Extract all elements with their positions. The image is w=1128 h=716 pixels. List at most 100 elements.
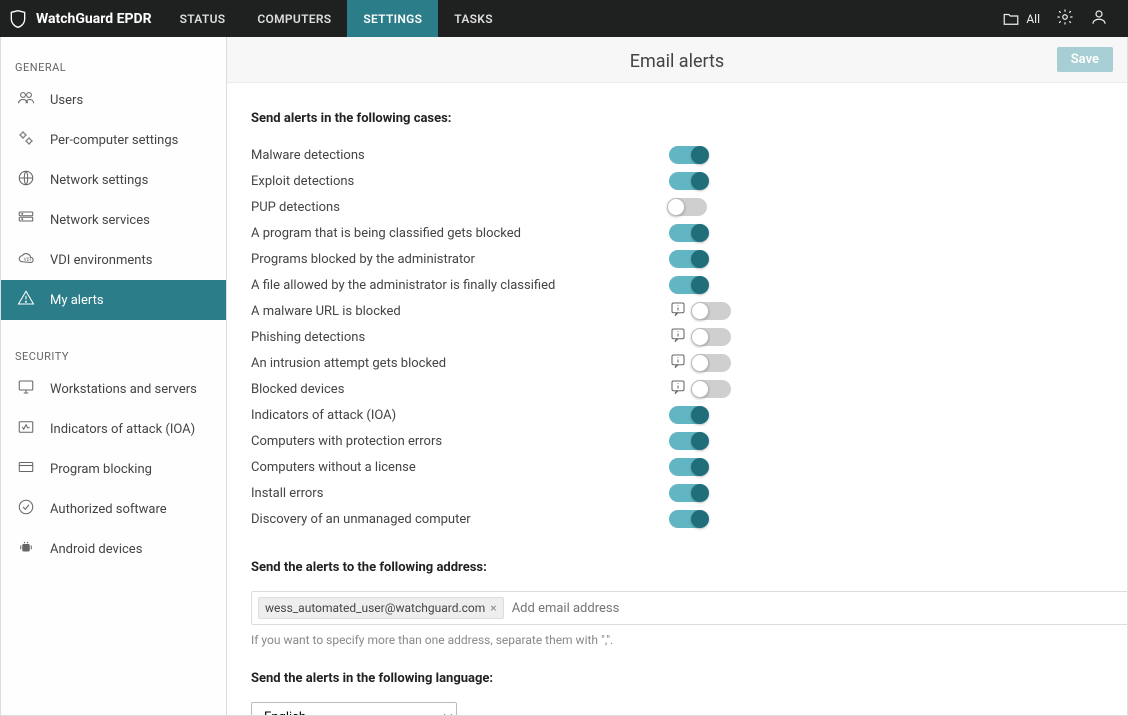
alert-toggle[interactable]: [669, 510, 707, 528]
users-icon: [15, 89, 37, 111]
alert-row: Phishing detections: [251, 324, 1103, 350]
alert-toggle[interactable]: [669, 406, 707, 424]
alert-label: Indicators of attack (IOA): [251, 408, 669, 423]
check-icon: [15, 498, 37, 520]
sidebar-item-my-alerts[interactable]: My alerts: [1, 280, 226, 320]
sidebar-item-authorized-software[interactable]: Authorized software: [1, 489, 226, 529]
settings-gear-icon[interactable]: [1056, 8, 1074, 30]
sidebar-item-network-services[interactable]: Network services: [1, 200, 226, 240]
language-select[interactable]: English: [251, 702, 457, 715]
sidebar-item-label: Per-computer settings: [50, 133, 178, 148]
android-icon: [15, 538, 37, 560]
alert-toggle[interactable]: [669, 484, 707, 502]
alert-row: Install errors: [251, 480, 1103, 506]
sidebar-item-users[interactable]: Users: [1, 80, 226, 120]
alert-label: Computers without a license: [251, 460, 669, 475]
alert-row: An intrusion attempt gets blocked: [251, 350, 1103, 376]
alert-row: PUP detections: [251, 194, 1103, 220]
sidebar: GENERAL Users Per-computer settings Networ…: [1, 37, 227, 715]
sidebar-item-label: Program blocking: [50, 462, 152, 477]
sidebar-item-android-devices[interactable]: Android devices: [1, 529, 226, 569]
alert-label: Discovery of an unmanaged computer: [251, 512, 669, 527]
alert-row: Malware detections: [251, 142, 1103, 168]
alert-label: Programs blocked by the administrator: [251, 252, 669, 267]
nav-tab-status[interactable]: STATUS: [164, 0, 242, 37]
card-icon: [15, 458, 37, 480]
topbar-right: All: [1002, 8, 1108, 30]
alert-row: Computers with protection errors: [251, 428, 1103, 454]
alert-row: Programs blocked by the administrator: [251, 246, 1103, 272]
alert-label: Malware detections: [251, 148, 669, 163]
alert-toggle[interactable]: [669, 458, 707, 476]
info-icon[interactable]: [669, 352, 687, 374]
alert-row: A malware URL is blocked: [251, 298, 1103, 324]
sidebar-item-label: Network services: [50, 213, 150, 228]
alert-toggle[interactable]: [669, 250, 707, 268]
save-button[interactable]: Save: [1057, 47, 1113, 72]
email-input[interactable]: [512, 601, 1122, 616]
alert-toggle[interactable]: [693, 380, 731, 398]
alert-label: Computers with protection errors: [251, 434, 669, 449]
alert-label: Install errors: [251, 486, 669, 501]
alert-label: A file allowed by the administrator is f…: [251, 278, 669, 293]
folder-selector[interactable]: All: [1002, 10, 1040, 28]
alert-label: A malware URL is blocked: [251, 304, 669, 319]
cloud-icon: VDI: [15, 249, 37, 271]
sidebar-item-label: Authorized software: [50, 502, 167, 517]
sidebar-item-network-settings[interactable]: Network settings: [1, 160, 226, 200]
main-header: Email alerts Save: [227, 37, 1127, 83]
nav-tab-settings[interactable]: SETTINGS: [347, 0, 438, 37]
alert-row: A file allowed by the administrator is f…: [251, 272, 1103, 298]
alert-toggle[interactable]: [693, 328, 731, 346]
sidebar-item-per-computer-settings[interactable]: Per-computer settings: [1, 120, 226, 160]
sidebar-item-indicators-of-attack-ioa-[interactable]: Indicators of attack (IOA): [1, 409, 226, 449]
email-tag: wess_automated_user@watchguard.com ×: [258, 597, 504, 619]
svg-text:VDI: VDI: [24, 257, 31, 263]
nav-tabs: STATUS COMPUTERS SETTINGS TASKS: [164, 0, 509, 37]
sidebar-item-program-blocking[interactable]: Program blocking: [1, 449, 226, 489]
alert-toggle[interactable]: [669, 172, 707, 190]
alert-label: Blocked devices: [251, 382, 669, 397]
page-title: Email alerts: [630, 51, 724, 72]
sidebar-item-label: Indicators of attack (IOA): [50, 422, 195, 437]
remove-email-icon[interactable]: ×: [490, 601, 496, 615]
alert-row: Discovery of an unmanaged computer: [251, 506, 1103, 532]
alert-row: Indicators of attack (IOA): [251, 402, 1103, 428]
info-icon[interactable]: [669, 300, 687, 322]
alert-toggle[interactable]: [669, 198, 707, 216]
alert-label: An intrusion attempt gets blocked: [251, 356, 669, 371]
user-icon[interactable]: [1090, 8, 1108, 30]
alert-row: Computers without a license: [251, 454, 1103, 480]
alert-toggle[interactable]: [693, 354, 731, 372]
info-icon[interactable]: [669, 378, 687, 400]
cases-heading: Send alerts in the following cases:: [251, 111, 1103, 126]
alert-toggle[interactable]: [669, 224, 707, 242]
alert-label: PUP detections: [251, 200, 669, 215]
alert-label: Exploit detections: [251, 174, 669, 189]
topbar: WatchGuard EPDR STATUS COMPUTERS SETTING…: [0, 0, 1128, 37]
alert-toggle[interactable]: [669, 276, 707, 294]
alert-row: A program that is being classified gets …: [251, 220, 1103, 246]
alert-toggle[interactable]: [669, 146, 707, 164]
brand-name: WatchGuard EPDR: [36, 11, 152, 27]
sidebar-section-general: GENERAL: [1, 49, 226, 80]
sidebar-item-label: My alerts: [50, 293, 104, 308]
sidebar-section-security: SECURITY: [1, 338, 226, 369]
info-icon[interactable]: [669, 326, 687, 348]
alert-label: A program that is being classified gets …: [251, 226, 669, 241]
globe-icon: [15, 169, 37, 191]
alert-icon: [15, 289, 37, 311]
alert-toggle[interactable]: [693, 302, 731, 320]
alert-toggle[interactable]: [669, 432, 707, 450]
sidebar-item-workstations-and-servers[interactable]: Workstations and servers: [1, 369, 226, 409]
alert-rows: Malware detections Exploit detections PUP …: [251, 142, 1103, 532]
nav-tab-tasks[interactable]: TASKS: [438, 0, 509, 37]
sidebar-item-vdi-environments[interactable]: VDIVDI environments: [1, 240, 226, 280]
email-address-box[interactable]: wess_automated_user@watchguard.com ×: [251, 591, 1127, 625]
address-heading: Send the alerts to the following address…: [251, 560, 1103, 575]
alert-row: Exploit detections: [251, 168, 1103, 194]
sidebar-item-label: Workstations and servers: [50, 382, 197, 397]
email-help-text: If you want to specify more than one add…: [251, 633, 1103, 647]
folder-label: All: [1026, 12, 1040, 26]
nav-tab-computers[interactable]: COMPUTERS: [241, 0, 347, 37]
